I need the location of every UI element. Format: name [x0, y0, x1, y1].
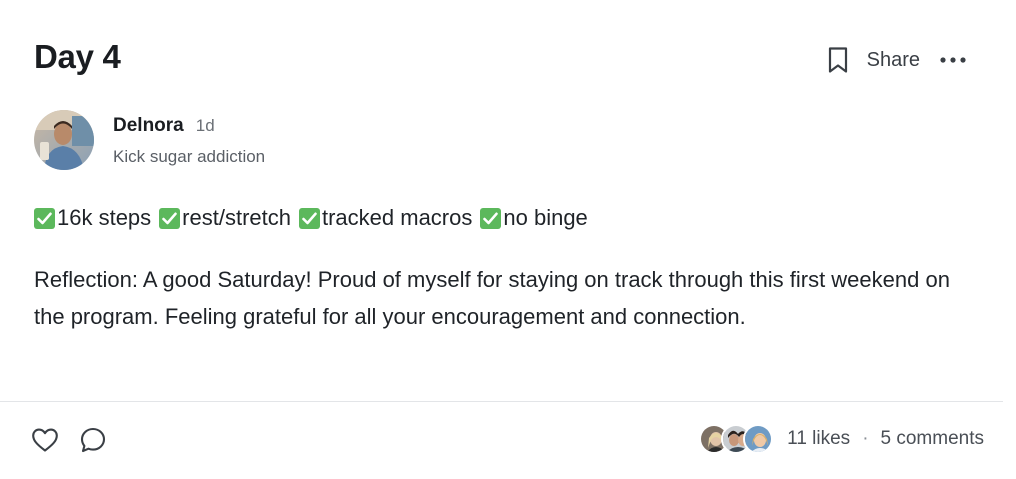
checklist-item: no binge — [480, 205, 588, 231]
author-avatar[interactable] — [34, 110, 94, 170]
like-button[interactable] — [30, 425, 60, 455]
liker-avatar — [743, 424, 774, 454]
share-button[interactable]: Share — [867, 49, 920, 72]
checklist-item: tracked macros — [298, 205, 473, 231]
checkmark-icon — [34, 207, 55, 229]
checklist-item-label: tracked macros — [321, 205, 473, 230]
post-stats: 11 likes · 5 comments — [699, 423, 984, 455]
likes-count[interactable]: 11 likes — [787, 428, 850, 450]
stats-separator: · — [862, 428, 869, 449]
checklist-item-label: no binge — [503, 205, 588, 230]
author-row: Delnora 1d Kick sugar addiction — [34, 110, 265, 170]
more-options-button[interactable] — [938, 45, 968, 75]
post-actions: Share — [825, 44, 968, 76]
checklist: 16k steps rest/stretch tracked macros no… — [34, 205, 596, 231]
checkmark-icon — [480, 207, 502, 229]
comments-count[interactable]: 5 comments — [881, 428, 984, 450]
comment-bubble-icon — [80, 427, 106, 453]
comment-button[interactable] — [78, 425, 108, 455]
checklist-item-label: rest/stretch — [182, 205, 291, 230]
post-body: Reflection: A good Saturday! Proud of my… — [34, 267, 950, 329]
divider — [0, 401, 1003, 402]
checkmark-icon — [159, 207, 181, 229]
checkmark-icon — [298, 207, 320, 229]
post-card: Day 4 Share Delnora 1d Kick sugar addict… — [0, 0, 1016, 479]
author-name[interactable]: Delnora — [113, 115, 184, 137]
author-meta: Delnora 1d Kick sugar addiction — [113, 110, 265, 167]
avatar-photo — [34, 110, 94, 170]
post-timestamp: 1d — [195, 116, 215, 135]
checklist-item: 16k steps — [34, 205, 151, 231]
group-name[interactable]: Kick sugar addiction — [113, 147, 265, 167]
checklist-item: rest/stretch — [159, 205, 291, 231]
bookmark-icon — [828, 47, 847, 73]
more-horizontal-icon — [940, 57, 966, 63]
post-title: Day 4 — [34, 38, 121, 75]
author-line: Delnora 1d — [113, 115, 265, 137]
bookmark-button[interactable] — [825, 44, 851, 76]
heart-icon — [32, 428, 58, 452]
checklist-item-label: 16k steps — [57, 205, 152, 230]
post-reactions — [30, 425, 108, 455]
liker-avatars[interactable] — [699, 424, 774, 454]
